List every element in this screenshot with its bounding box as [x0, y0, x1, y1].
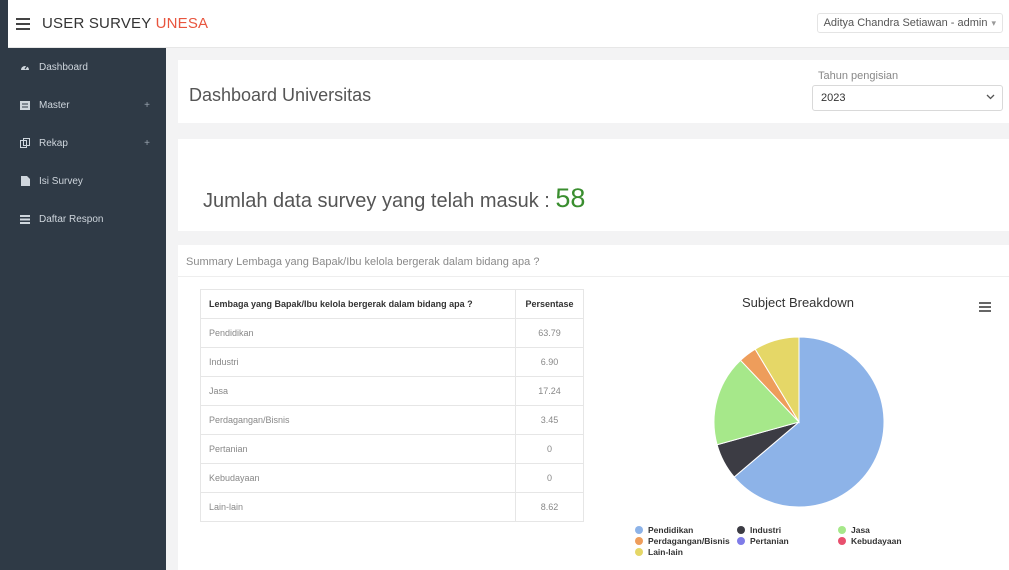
divider: [178, 276, 1009, 277]
legend-label: Perdagangan/Bisnis: [648, 536, 730, 546]
row-category: Industri: [200, 347, 516, 377]
user-menu-dropdown[interactable]: Aditya Chandra Setiawan - admin ▾: [816, 13, 1003, 33]
sidebar-item-isi-survey[interactable]: Isi Survey: [8, 162, 166, 200]
row-category: Kebudayaan: [200, 463, 516, 493]
legend-label: Jasa: [851, 525, 870, 535]
legend-label: Pendidikan: [648, 525, 694, 535]
legend-item-perdagangan-bisnis[interactable]: Perdagangan/Bisnis: [635, 536, 730, 546]
top-navbar: USER SURVEY UNESA Aditya Chandra Setiawa…: [0, 0, 1009, 570]
table-row: Industri 6.90: [200, 347, 584, 377]
survey-count-panel: Jumlah data survey yang telah masuk : 58: [178, 139, 1009, 231]
row-category: Perdagangan/Bisnis: [200, 405, 516, 435]
table-header-row: Lembaga yang Bapak/Ibu kelola bergerak d…: [200, 289, 584, 319]
expand-plus-icon[interactable]: +: [144, 100, 150, 111]
rekap-icon: [17, 138, 33, 148]
legend-marker: [737, 526, 745, 534]
expand-plus-icon[interactable]: +: [144, 138, 150, 149]
row-percentage: 6.90: [515, 347, 584, 377]
legend-marker: [838, 526, 846, 534]
legend-item-kebudayaan[interactable]: Kebudayaan: [838, 536, 902, 546]
hamburger-menu-icon[interactable]: [16, 17, 30, 30]
sidebar-item-dashboard[interactable]: Dashboard: [8, 48, 166, 86]
page-title: Dashboard Universitas: [189, 85, 372, 105]
table-row: Pertanian 0: [200, 434, 584, 464]
row-percentage: 8.62: [515, 492, 584, 522]
table-row: Pendidikan 63.79: [200, 318, 584, 348]
chevron-down-icon: [986, 92, 995, 103]
dashboard-icon: [17, 62, 33, 72]
master-icon: [17, 100, 33, 110]
sidebar-item-daftar-respon[interactable]: Daftar Respon: [8, 200, 166, 238]
legend-marker: [737, 537, 745, 545]
legend-item-pertanian[interactable]: Pertanian: [737, 536, 789, 546]
legend-label: Lain-lain: [648, 547, 683, 557]
column-header: Lembaga yang Bapak/Ibu kelola bergerak d…: [200, 289, 516, 319]
survey-count-text: Jumlah data survey yang telah masuk : 58: [203, 183, 586, 213]
legend-marker: [838, 537, 846, 545]
legend-marker: [635, 537, 643, 545]
row-category: Lain-lain: [200, 492, 516, 522]
chevron-down-icon: ▾: [991, 18, 996, 28]
sidebar: Dashboard Master + Rekap + Isi Survey Da…: [8, 48, 166, 570]
legend-item-pendidikan[interactable]: Pendidikan: [635, 525, 693, 535]
legend-label: Pertanian: [750, 536, 789, 546]
sidebar-item-master[interactable]: Master +: [8, 86, 166, 124]
survey-count-value: 58: [555, 183, 586, 213]
row-category: Pendidikan: [200, 318, 516, 348]
row-percentage: 17.24: [515, 376, 584, 406]
summary-table: Lembaga yang Bapak/Ibu kelola bergerak d…: [200, 289, 584, 522]
file-icon: [17, 176, 33, 186]
year-label: Tahun pengisian: [818, 70, 899, 82]
summary-panel: Summary Lembaga yang Bapak/Ibu kelola be…: [178, 245, 1009, 570]
row-percentage: 63.79: [515, 318, 584, 348]
subject-breakdown-chart: Subject Breakdown Pendidikan Industri Jasa…: [608, 289, 1009, 570]
legend-label: Kebudayaan: [851, 536, 902, 546]
list-icon: [17, 214, 33, 224]
table-row: Perdagangan/Bisnis 3.45: [200, 405, 584, 435]
legend-item-jasa[interactable]: Jasa: [838, 525, 870, 535]
app-brand[interactable]: USER SURVEY UNESA: [42, 15, 208, 32]
row-percentage: 0: [515, 434, 584, 464]
dashboard-header-panel: Dashboard Universitas Tahun pengisian 20…: [178, 60, 1009, 123]
row-category: Pertanian: [200, 434, 516, 464]
summary-title: Summary Lembaga yang Bapak/Ibu kelola be…: [186, 256, 540, 268]
row-percentage: 3.45: [515, 405, 584, 435]
table-row: Jasa 17.24: [200, 376, 584, 406]
legend-marker: [635, 548, 643, 556]
legend-item-industri[interactable]: Industri: [737, 525, 781, 535]
legend-label: Industri: [750, 525, 782, 535]
column-header: Persentase: [515, 289, 584, 319]
pie-chart: [713, 336, 885, 508]
row-percentage: 0: [515, 463, 584, 493]
legend-item-lain-lain[interactable]: Lain-lain: [635, 547, 683, 557]
sidebar-item-rekap[interactable]: Rekap +: [8, 124, 166, 162]
year-select[interactable]: 2023: [812, 85, 1003, 111]
legend-marker: [635, 526, 643, 534]
table-row: Lain-lain 8.62: [200, 492, 584, 522]
row-category: Jasa: [200, 376, 516, 406]
table-row: Kebudayaan 0: [200, 463, 584, 493]
